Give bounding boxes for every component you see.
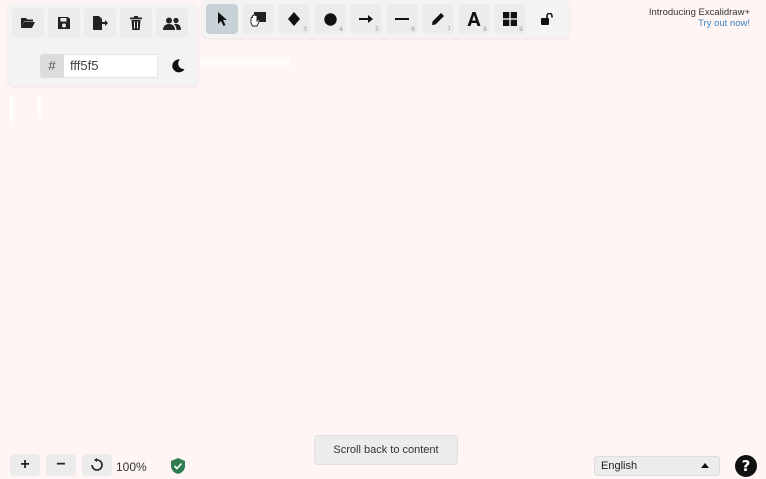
export-icon — [93, 16, 108, 30]
collaborate-button[interactable] — [156, 8, 188, 38]
save-button[interactable] — [48, 8, 80, 38]
file-actions-panel: # fff5f5 — [8, 4, 198, 86]
tool-shortcut: 5 — [375, 26, 379, 33]
arrow-icon — [359, 15, 373, 23]
grid-icon — [503, 12, 517, 26]
open-button[interactable] — [12, 8, 44, 38]
tool-shortcut: 3 — [303, 26, 307, 33]
shape-toolbar: 3 4 5 6 7 8 9 — [202, 0, 570, 38]
diamond-icon — [288, 12, 300, 26]
background-color-row: # fff5f5 — [12, 50, 194, 80]
scroll-back-button[interactable]: Scroll back to content — [314, 435, 458, 465]
moon-icon — [172, 59, 185, 73]
tool-arrow[interactable]: 5 — [350, 4, 382, 34]
reset-zoom-button[interactable] — [82, 454, 112, 476]
clear-canvas-button[interactable] — [120, 8, 152, 38]
background-color-input[interactable]: fff5f5 — [64, 54, 158, 78]
tool-selection[interactable] — [206, 4, 238, 34]
tool-library[interactable]: 9 — [494, 4, 526, 34]
tool-shortcut: 8 — [483, 26, 487, 33]
color-hash-prefix: # — [40, 54, 64, 78]
tool-diamond[interactable]: 3 — [278, 4, 310, 34]
tool-ellipse[interactable]: 4 — [314, 4, 346, 34]
canvas-artifact — [38, 96, 41, 118]
theme-toggle-button[interactable] — [168, 56, 188, 76]
tool-text[interactable]: 8 — [458, 4, 490, 34]
export-button[interactable] — [84, 8, 116, 38]
tool-hand[interactable] — [242, 4, 274, 34]
tool-shortcut: 9 — [519, 26, 523, 33]
tool-shortcut: 4 — [339, 26, 343, 33]
lock-icon — [541, 13, 553, 25]
encryption-badge[interactable] — [170, 458, 186, 479]
save-icon — [58, 17, 70, 29]
canvas-artifact — [10, 96, 13, 122]
folder-open-icon — [21, 18, 35, 28]
tool-lock[interactable] — [532, 4, 564, 34]
chevron-up-icon — [701, 463, 709, 468]
canvas-artifact — [200, 58, 290, 66]
tool-draw[interactable]: 7 — [422, 4, 454, 34]
hand-icon — [250, 12, 266, 27]
zoom-out-button[interactable]: − — [46, 454, 76, 476]
zoom-in-button[interactable]: + — [10, 454, 40, 476]
excalidraw-plus-promo[interactable]: Introducing Excalidraw+ Try out now! — [649, 7, 750, 29]
pointer-icon — [218, 12, 227, 26]
tool-shortcut: 7 — [447, 26, 451, 33]
language-select[interactable]: English — [594, 456, 720, 476]
language-label: English — [601, 460, 638, 472]
circle-icon — [323, 12, 337, 26]
tool-shortcut: 6 — [411, 26, 415, 33]
promo-title: Introducing Excalidraw+ — [648, 7, 750, 18]
help-button[interactable]: ? — [735, 455, 757, 477]
line-icon — [395, 18, 409, 20]
promo-link[interactable]: Try out now! — [649, 18, 750, 29]
tool-line[interactable]: 6 — [386, 4, 418, 34]
trash-icon — [130, 16, 142, 30]
reset-icon — [91, 458, 103, 471]
users-icon — [163, 17, 181, 30]
pencil-icon — [432, 13, 444, 25]
text-icon — [467, 12, 481, 26]
